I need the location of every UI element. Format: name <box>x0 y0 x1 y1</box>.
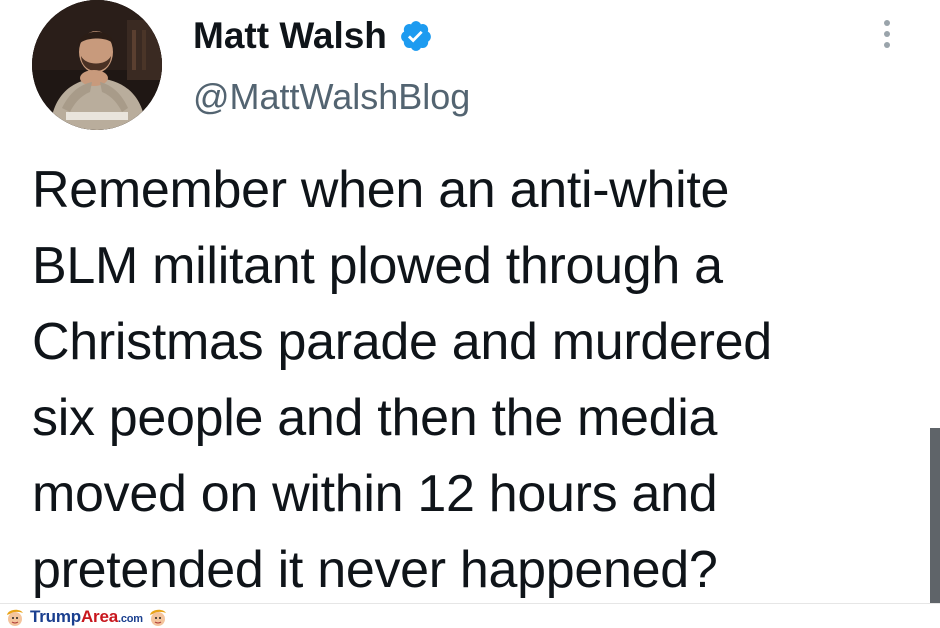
watermark-bar: TrumpArea.com <box>0 603 940 628</box>
avatar[interactable] <box>32 0 162 130</box>
tweet-line: BLM militant plowed through a <box>32 237 723 295</box>
scrollbar-thumb[interactable] <box>930 428 940 603</box>
author-name-row: Matt Walsh <box>193 14 433 58</box>
avatar-photo <box>32 0 162 130</box>
watermark: TrumpArea.com <box>4 606 169 628</box>
display-name[interactable]: Matt Walsh <box>193 15 387 57</box>
tweet-text: Remember when an anti-white BLM militant… <box>32 152 912 608</box>
tweet-line: moved on within 12 hours and <box>32 465 718 523</box>
more-options-icon[interactable] <box>877 20 897 60</box>
verified-badge-icon <box>399 19 433 53</box>
cartoon-head-icon <box>7 609 23 626</box>
author-handle[interactable]: @MattWalshBlog <box>193 76 470 118</box>
watermark-brand-1: Trump <box>30 607 81 626</box>
tweet-line: pretended it never happened? <box>32 541 718 599</box>
watermark-brand-2: Area <box>80 607 118 626</box>
tweet-line: Remember when an anti-white <box>32 161 730 219</box>
cartoon-head-icon <box>149 609 166 626</box>
watermark-suffix: .com <box>117 613 143 625</box>
tweet-line: Christmas parade and murdered <box>32 313 772 371</box>
tweet-card: Matt Walsh @MattWalshBlog Remember when … <box>0 0 940 603</box>
watermark-text: TrumpArea.com <box>30 607 143 627</box>
tweet-line: six people and then the media <box>32 389 718 447</box>
